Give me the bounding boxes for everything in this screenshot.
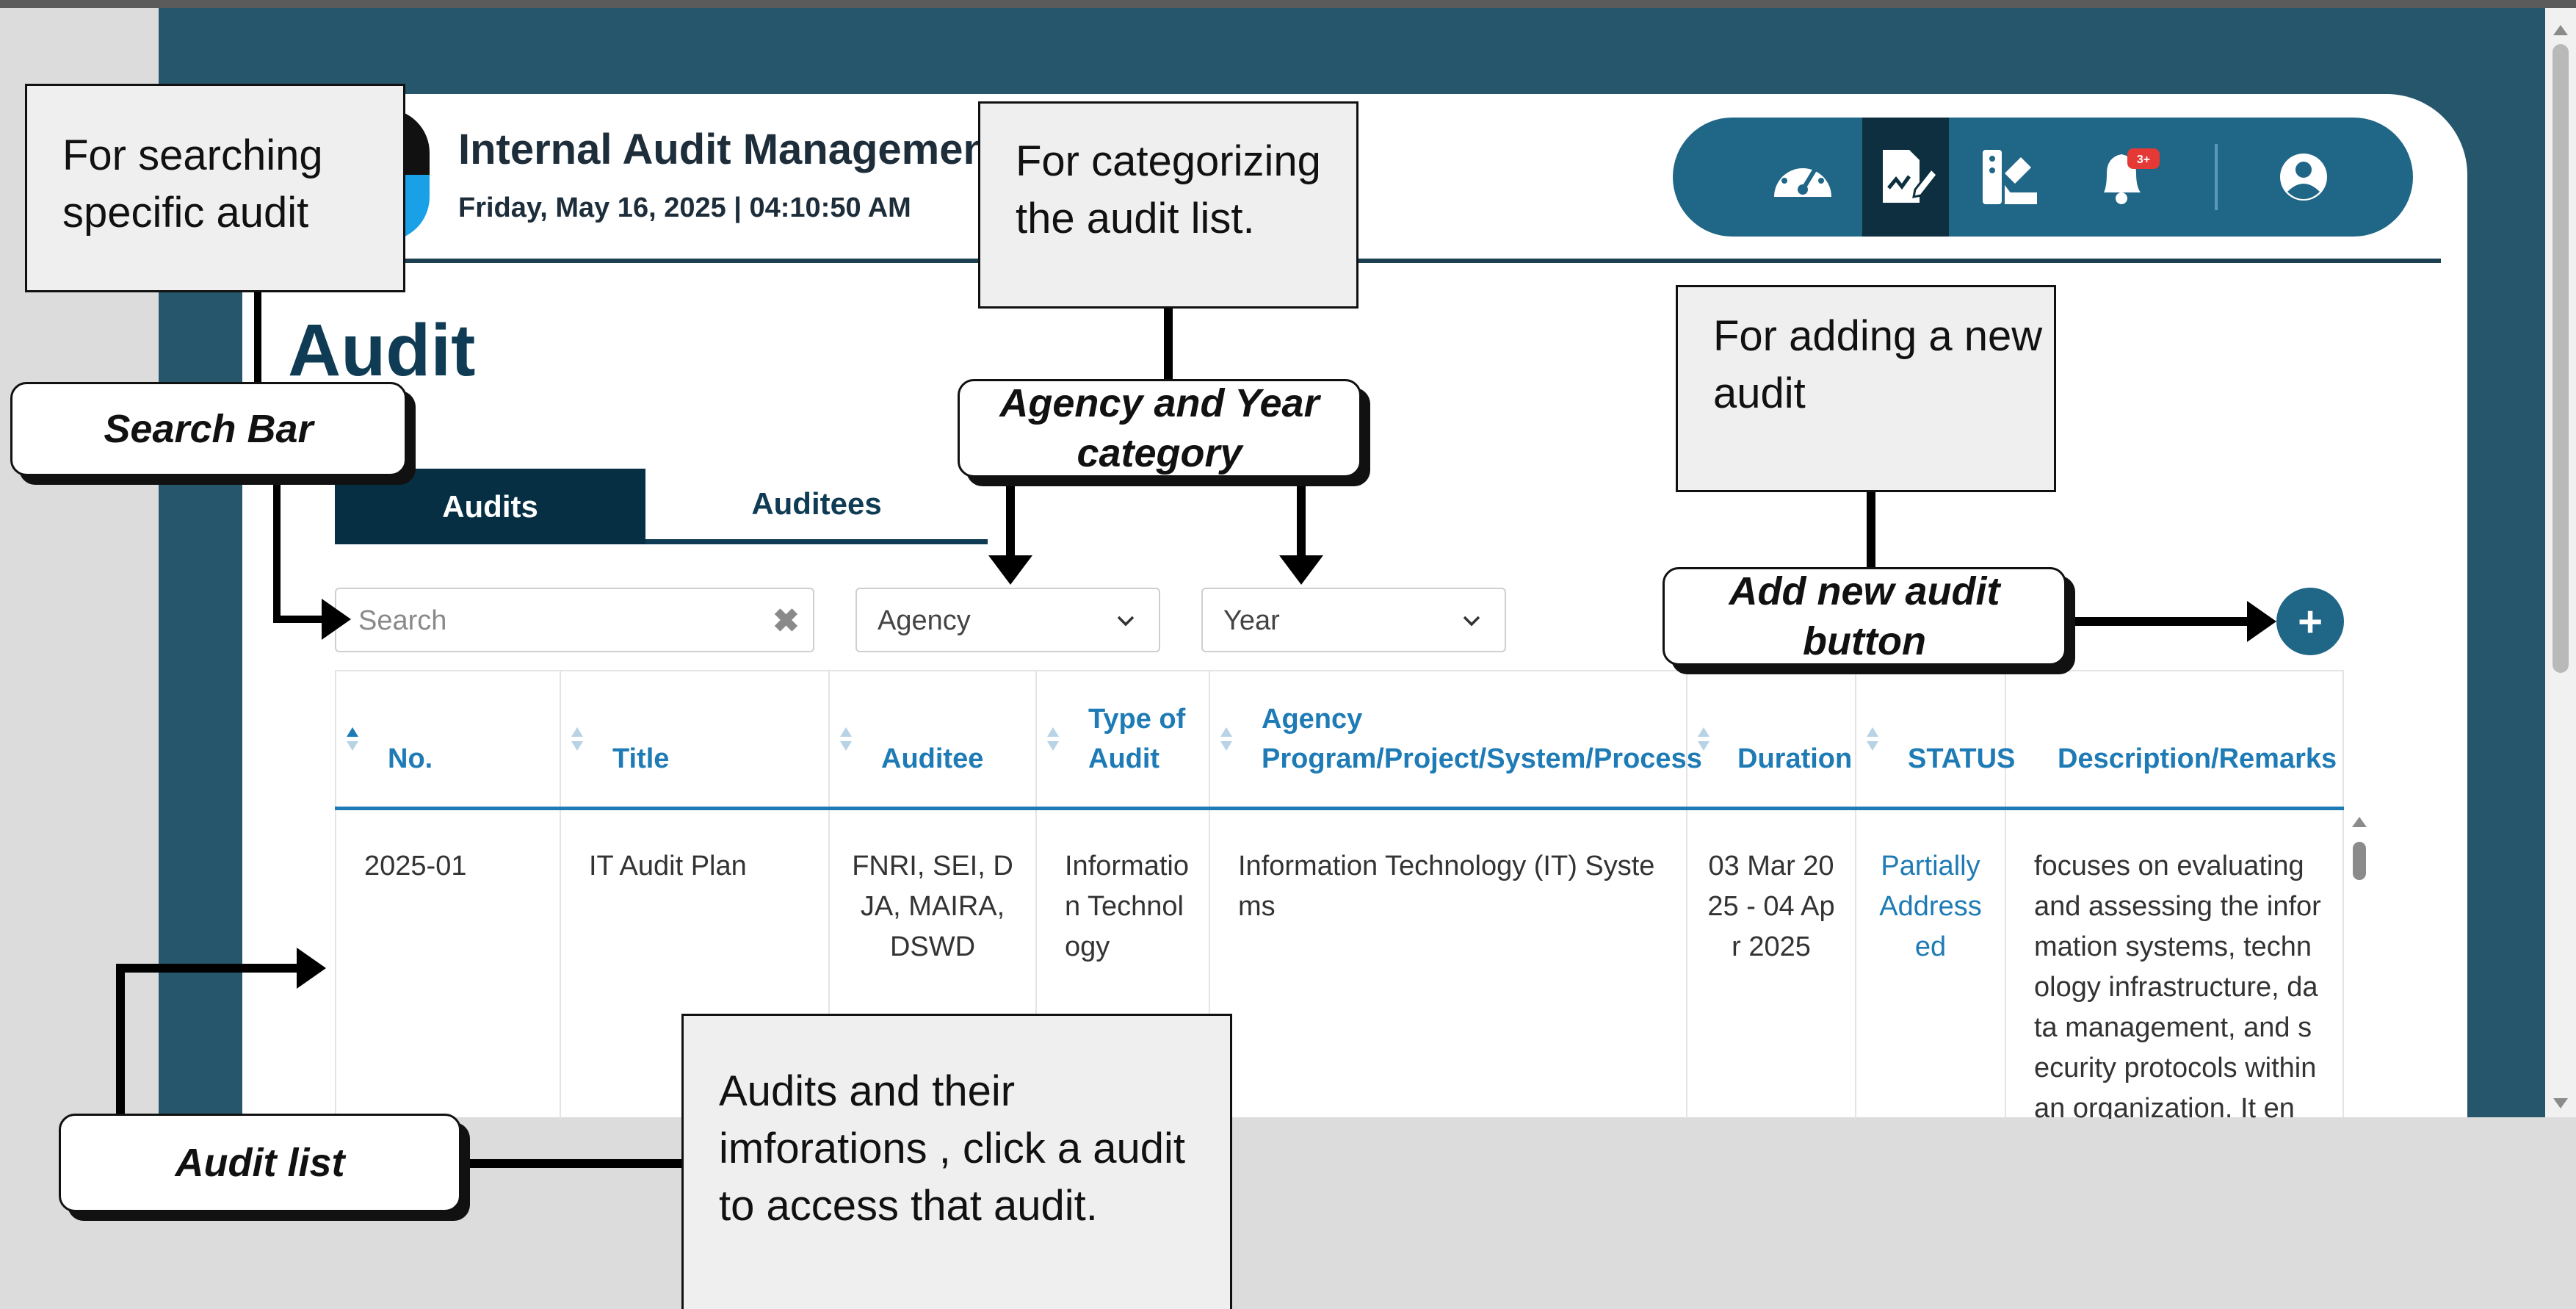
sort-icon[interactable] [347,727,358,752]
nav-notifications[interactable]: 3+ [2083,118,2169,237]
arrow-down-icon [1279,555,1323,585]
chevron-down-icon [1463,616,1480,627]
year-dropdown[interactable]: Year [1201,588,1506,652]
category-annotation-tag: Agency and Year category [958,379,1361,477]
nav-dashboard[interactable] [1759,118,1846,237]
annotation-connector [1297,476,1306,557]
nav-user[interactable] [2260,118,2347,237]
current-date-time: Friday, May 16, 2025 | 04:10:50 AM [458,192,911,223]
arrow-right-icon [322,599,351,640]
arrow-down-icon [988,555,1032,585]
search-annotation-note: For searching specific audit [25,84,405,292]
column-header-description[interactable]: Description/Remarks [2006,671,2344,809]
nav-audit[interactable] [1862,118,1949,237]
user-account-icon [2280,154,2327,201]
column-header-type-of-audit[interactable]: Type of Audit [1037,671,1210,809]
sort-icon[interactable] [1867,727,1878,752]
reports-icon [1983,150,2037,204]
annotation-connector [1164,307,1173,379]
arrow-right-icon [297,948,326,989]
search-annotation-tag: Search Bar [10,382,407,476]
chevron-down-icon [1117,616,1135,627]
dashboard-icon [1774,160,1831,197]
annotation-connector [463,1159,683,1168]
annotation-connector [116,964,300,973]
app-title: Internal Audit Managemen [458,126,989,173]
column-header-agency-program[interactable]: Agency Program/Project/System/Process [1210,671,1702,809]
sort-icon[interactable] [1698,727,1710,752]
nav-reports[interactable] [1965,118,2052,237]
top-navigation: 3+ [1673,118,2413,237]
tab-audits[interactable]: Audits [335,469,645,544]
table-cell-duration[interactable]: 03 Mar 2025 - 04 Apr 2025 [1687,809,1856,1119]
annotation-connector [273,616,325,623]
sort-icon[interactable] [840,727,852,752]
audit-edit-icon [1883,150,1939,203]
annotation-connector [1006,476,1015,557]
page-title: Audit [288,309,476,392]
table-header-underline [335,807,2344,810]
year-dropdown-label: Year [1223,605,1280,636]
table-scrollbar-thumb[interactable] [2353,842,2366,880]
search-bar[interactable] [335,588,814,652]
column-header-status[interactable]: STATUS [1856,671,2015,809]
annotation-connector [116,964,125,1118]
page-scrollbar-thumb[interactable] [2553,44,2569,673]
tab-auditees[interactable]: Auditees [645,469,988,544]
table-scroll-up-icon[interactable] [2352,817,2367,827]
window-top-edge [0,0,2576,8]
clear-search-icon[interactable]: ✖ [773,602,800,640]
column-header-no[interactable]: No. [336,671,561,809]
annotation-connector [273,476,281,623]
table-cell-description[interactable]: focuses on evaluating and assessing the … [2006,809,2344,1119]
arrow-right-icon [2247,601,2276,642]
scroll-up-icon[interactable] [2553,25,2568,35]
add-audit-button[interactable]: + [2276,588,2344,655]
add-annotation-note: For adding a new audit [1676,285,2056,492]
annotation-connector [2061,617,2251,626]
table-cell-agency-program[interactable]: Information Technology (IT) Systems [1210,809,1687,1119]
annotation-connector [254,291,261,382]
column-header-auditee[interactable]: Auditee [830,671,1037,809]
agency-dropdown-label: Agency [878,605,971,636]
category-annotation-note: For categorizing the audit list. [978,101,1358,309]
agency-dropdown[interactable]: Agency [855,588,1160,652]
annotation-connector [1867,491,1875,569]
sort-icon[interactable] [1047,727,1059,752]
column-header-duration[interactable]: Duration [1687,671,1856,809]
sort-icon[interactable] [1220,727,1232,752]
add-annotation-tag: Add new audit button [1663,567,2066,666]
sort-icon[interactable] [571,727,583,752]
column-header-title[interactable]: Title [561,671,830,809]
nav-divider [2215,144,2218,210]
search-input[interactable] [357,601,756,641]
notification-bell-icon: 3+ [2104,148,2160,204]
list-annotation-note: Audits and their imforations , click a a… [681,1014,1232,1309]
audit-table: No. Title Auditee Type of Audit Agency P… [335,670,2344,1119]
list-annotation-tag: Audit list [59,1114,461,1212]
notification-badge: 3+ [2137,154,2150,166]
table-cell-no[interactable]: 2025-01 [336,809,561,1119]
scroll-down-icon[interactable] [2553,1098,2568,1108]
status-badge[interactable]: Partially Addressed [1856,809,2006,1119]
